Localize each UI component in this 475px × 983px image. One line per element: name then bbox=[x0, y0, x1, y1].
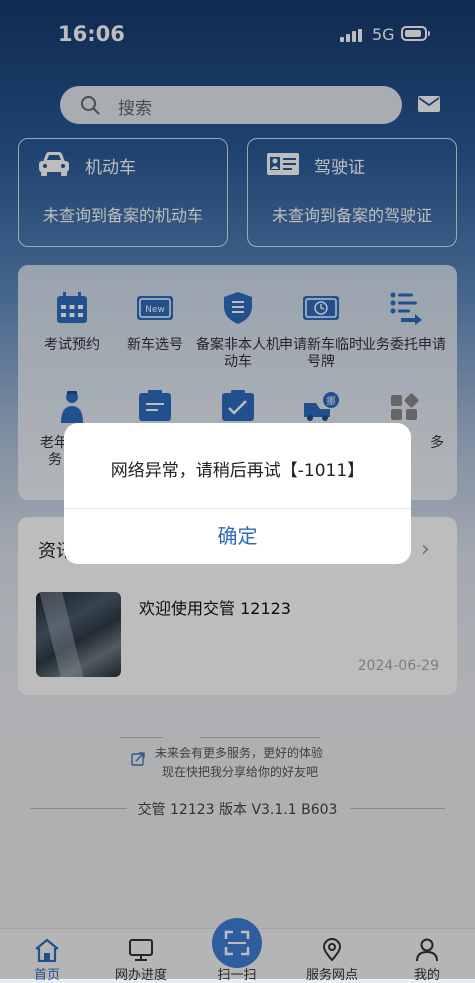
error-message: 网络异常，请稍后再试【-1011】 bbox=[110, 461, 365, 481]
error-dialog: 网络异常，请稍后再试【-1011】 确定 bbox=[64, 423, 411, 564]
confirm-button[interactable]: 确定 bbox=[64, 509, 411, 564]
